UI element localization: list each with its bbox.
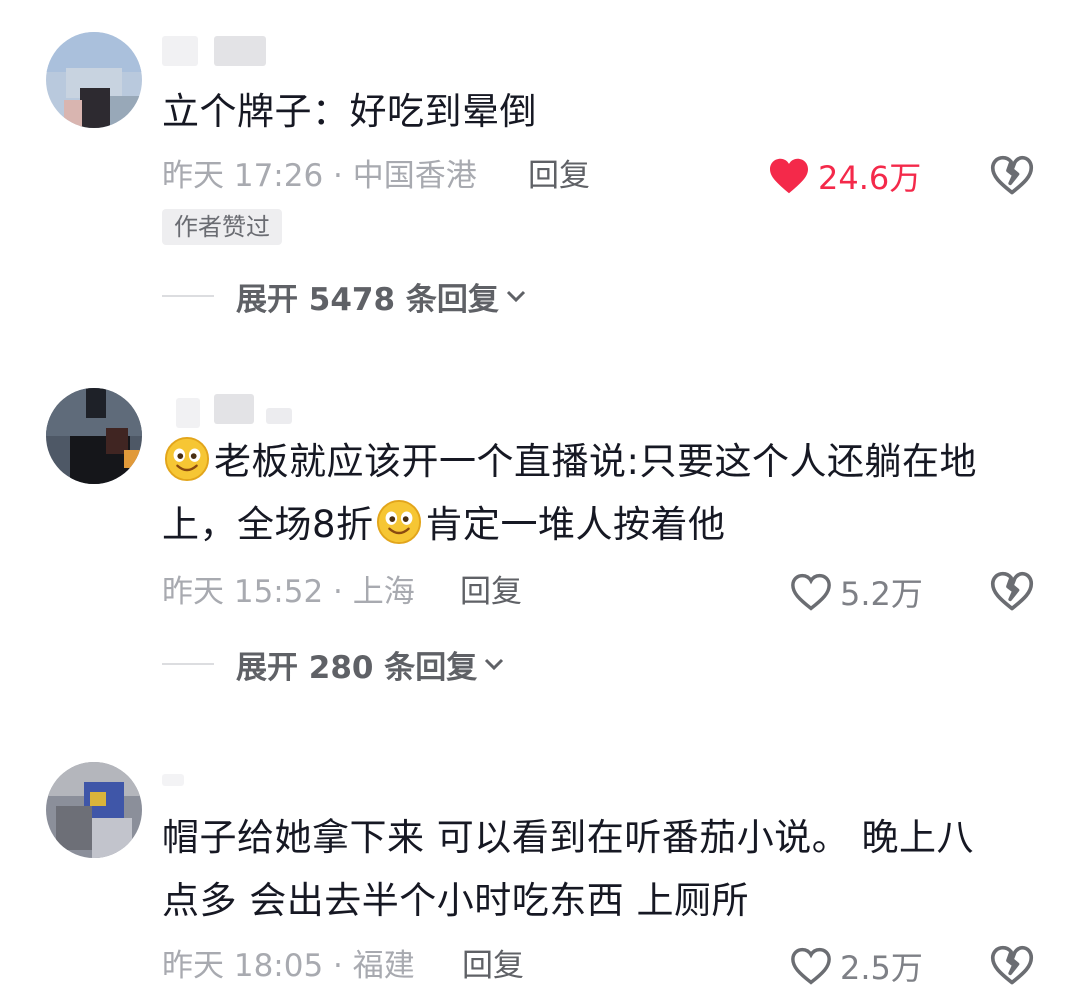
avatar[interactable] — [46, 32, 142, 128]
comment-time-location: 昨天 18:05 · 福建 — [162, 948, 415, 984]
smile-emoji-icon — [376, 499, 421, 545]
smile-emoji-icon — [164, 436, 210, 482]
reply-button[interactable]: 回复 — [462, 946, 524, 986]
comment-text: 立个牌子：好吃到晕倒 — [162, 90, 537, 133]
author-liked-badge: 作者赞过 — [162, 209, 282, 245]
chevron-down-icon — [485, 658, 504, 671]
like-button[interactable]: 2.5万 — [790, 946, 923, 987]
reply-button[interactable]: 回复 — [460, 572, 522, 612]
divider-line — [162, 295, 214, 297]
heart-icon — [791, 573, 831, 611]
comment-meta: 昨天 17:26 · 中国香港 回复 — [162, 156, 722, 196]
comment-time-location: 昨天 17:26 · 中国香港 — [162, 158, 477, 194]
username[interactable] — [162, 768, 292, 802]
username[interactable] — [162, 394, 292, 428]
expand-label: 展开 280 条回复 — [236, 649, 478, 686]
expand-replies-button[interactable]: 展开 5478 条回复 — [162, 276, 527, 318]
comment-time-location: 昨天 15:52 · 上海 — [162, 574, 415, 610]
chevron-down-icon — [506, 290, 525, 303]
comment-text: 老板就应该开一个直播说:只要这个人还躺在地 上，全场8折 肯定一堆人按着他 — [162, 430, 1042, 556]
avatar[interactable] — [46, 388, 142, 484]
heart-icon — [791, 947, 831, 985]
comment-text: 帽子给她拿下来 可以看到在听番茄小说。 晚上八 点多 会出去半个小时吃东西 上厕… — [162, 816, 975, 922]
heart-icon — [770, 158, 808, 194]
like-button[interactable]: 24.6万 — [768, 156, 922, 197]
username[interactable] — [162, 36, 292, 70]
like-count: 5.2万 — [840, 575, 923, 613]
comment-meta: 昨天 18:05 · 福建 回复 — [162, 946, 722, 986]
like-count: 2.5万 — [840, 949, 923, 987]
expand-replies-button[interactable]: 展开 280 条回复 — [162, 644, 505, 686]
broken-heart-icon[interactable] — [990, 570, 1034, 614]
divider-line — [162, 663, 214, 665]
comment-meta: 昨天 15:52 · 上海 回复 — [162, 572, 722, 612]
expand-label: 展开 5478 条回复 — [236, 281, 499, 318]
broken-heart-icon[interactable] — [990, 154, 1034, 198]
avatar[interactable] — [46, 762, 142, 858]
broken-heart-icon[interactable] — [990, 944, 1034, 988]
like-count: 24.6万 — [818, 159, 922, 197]
like-button[interactable]: 5.2万 — [790, 572, 923, 613]
reply-button[interactable]: 回复 — [528, 156, 590, 196]
